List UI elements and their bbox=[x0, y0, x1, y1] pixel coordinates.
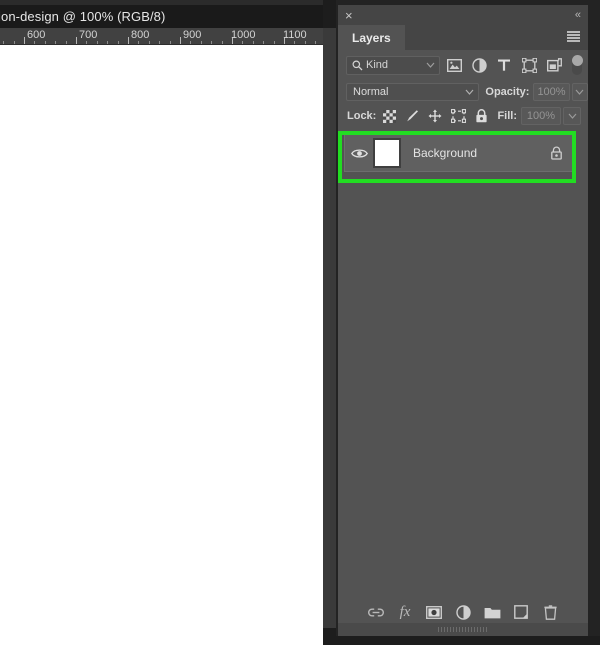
layer-thumbnail[interactable] bbox=[373, 138, 401, 168]
blend-mode-row: Normal Opacity: 100% bbox=[338, 80, 589, 104]
panel-menu-icon[interactable] bbox=[567, 31, 580, 42]
ruler-tick-minor bbox=[315, 41, 316, 44]
ruler-tick-minor bbox=[305, 41, 306, 44]
layers-panel: Kind Normal Opacity: 100% Lock: Fill: 10… bbox=[338, 50, 589, 626]
ruler-tick-minor bbox=[294, 41, 295, 44]
panel-resize-grip[interactable] bbox=[338, 623, 588, 636]
dock-header: × « bbox=[338, 5, 588, 25]
document-title: ion-design @ 100% (RGB/8) bbox=[0, 9, 166, 24]
ruler-tick-major bbox=[76, 37, 77, 44]
filter-enable-toggle[interactable] bbox=[571, 55, 582, 75]
scrollbar-corner bbox=[323, 0, 336, 28]
ruler-tick-minor bbox=[14, 41, 15, 44]
filter-pixel-layers[interactable] bbox=[444, 54, 465, 76]
layer-filter-row: Kind bbox=[338, 50, 588, 80]
new-group-button[interactable] bbox=[479, 602, 506, 622]
document-vertical-scrollbar[interactable] bbox=[323, 28, 336, 628]
ruler-tick-minor bbox=[97, 41, 98, 44]
ruler-tick-major bbox=[24, 37, 25, 44]
ruler-tick-minor bbox=[190, 41, 191, 44]
ruler-tick-minor bbox=[222, 41, 223, 44]
ruler-tick-major bbox=[128, 37, 129, 44]
ruler-label: 900 bbox=[183, 29, 202, 41]
chevron-down-icon bbox=[426, 62, 435, 68]
opacity-dropdown-arrow[interactable] bbox=[571, 83, 589, 101]
blend-mode-value: Normal bbox=[353, 86, 389, 98]
layers-bottom-toolbar: fx bbox=[338, 601, 588, 623]
ruler-tick-minor bbox=[263, 41, 264, 44]
panel-tabstrip: Layers bbox=[338, 25, 588, 50]
filter-type-layers[interactable] bbox=[494, 54, 515, 76]
ruler-label: 800 bbox=[131, 29, 150, 41]
ruler-tick-minor bbox=[170, 41, 171, 44]
tab-layers-label: Layers bbox=[352, 30, 391, 45]
ruler-tick-minor bbox=[253, 41, 254, 44]
lock-artboard-nesting[interactable] bbox=[448, 106, 468, 126]
fill-label: Fill: bbox=[497, 110, 517, 122]
photoshop-window: ion-design @ 100% (RGB/8) 600 700 800 900 10… bbox=[0, 0, 600, 645]
link-layers-button[interactable] bbox=[363, 602, 390, 622]
blend-mode-select[interactable]: Normal bbox=[346, 83, 480, 101]
lock-transparent-pixels[interactable] bbox=[379, 106, 399, 126]
filter-shape-layers[interactable] bbox=[519, 54, 540, 76]
ruler-tick-minor bbox=[66, 41, 67, 44]
layer-row-background[interactable]: Background bbox=[344, 134, 576, 172]
layers-list[interactable]: Background bbox=[338, 128, 588, 608]
opacity-input[interactable]: 100% bbox=[533, 83, 570, 101]
ruler-label: 600 bbox=[27, 29, 46, 41]
lock-image-pixels[interactable] bbox=[402, 106, 422, 126]
document-tab[interactable]: ion-design @ 100% (RGB/8) bbox=[0, 5, 323, 28]
ruler-tick-minor bbox=[159, 41, 160, 44]
ruler-tick-minor bbox=[3, 41, 4, 44]
horizontal-ruler[interactable]: 600 700 800 900 1000 1100 bbox=[0, 28, 323, 45]
document-area: ion-design @ 100% (RGB/8) 600 700 800 900 10… bbox=[0, 0, 336, 645]
collapse-panels-icon[interactable]: « bbox=[575, 9, 581, 21]
filter-kind-select[interactable]: Kind bbox=[346, 55, 440, 75]
layer-style-button[interactable]: fx bbox=[392, 602, 419, 622]
ruler-tick-minor bbox=[118, 41, 119, 44]
ruler-tick-minor bbox=[274, 41, 275, 44]
filter-smart-objects[interactable] bbox=[544, 54, 565, 76]
ruler-tick-minor bbox=[55, 41, 56, 44]
ruler-tick-minor bbox=[34, 41, 35, 44]
ruler-tick-minor bbox=[86, 41, 87, 44]
chevron-down-icon bbox=[465, 89, 474, 95]
ruler-tick-minor bbox=[211, 41, 212, 44]
ruler-tick-major bbox=[180, 37, 181, 44]
layer-name-label: Background bbox=[413, 146, 478, 160]
filter-kind-label: Kind bbox=[366, 59, 389, 71]
dock-bottom-fill bbox=[336, 636, 600, 645]
layer-locked-icon[interactable] bbox=[550, 146, 563, 160]
tab-layers[interactable]: Layers bbox=[338, 25, 405, 50]
lock-all[interactable] bbox=[471, 106, 491, 126]
fill-input[interactable]: 100% bbox=[521, 107, 561, 125]
panel-dock: × « Layers Kind Normal Opacity: 100% Loc… bbox=[336, 0, 600, 645]
ruler-tick-minor bbox=[242, 41, 243, 44]
ruler-tick-minor bbox=[201, 41, 202, 44]
new-adjustment-layer-button[interactable] bbox=[450, 602, 477, 622]
lock-label: Lock: bbox=[347, 110, 377, 122]
ruler-label: 1100 bbox=[283, 29, 307, 41]
eye-icon[interactable] bbox=[345, 148, 373, 159]
close-icon[interactable]: × bbox=[345, 9, 353, 22]
ruler-tick-minor bbox=[45, 41, 46, 44]
fill-dropdown-arrow[interactable] bbox=[563, 107, 581, 125]
lock-position[interactable] bbox=[425, 106, 445, 126]
ruler-tick-minor bbox=[107, 41, 108, 44]
add-layer-mask-button[interactable] bbox=[421, 602, 448, 622]
new-layer-button[interactable] bbox=[508, 602, 535, 622]
lock-row: Lock: Fill: 100% bbox=[338, 104, 588, 128]
ruler-tick-minor bbox=[149, 41, 150, 44]
ruler-label: 700 bbox=[79, 29, 98, 41]
ruler-tick-minor bbox=[138, 41, 139, 44]
canvas[interactable] bbox=[0, 45, 323, 645]
filter-adjustment-layers[interactable] bbox=[469, 54, 490, 76]
opacity-label: Opacity: bbox=[485, 86, 530, 98]
search-icon bbox=[352, 60, 363, 71]
fx-icon: fx bbox=[399, 603, 411, 620]
delete-layer-button[interactable] bbox=[537, 602, 564, 622]
ruler-label: 1000 bbox=[231, 29, 256, 41]
